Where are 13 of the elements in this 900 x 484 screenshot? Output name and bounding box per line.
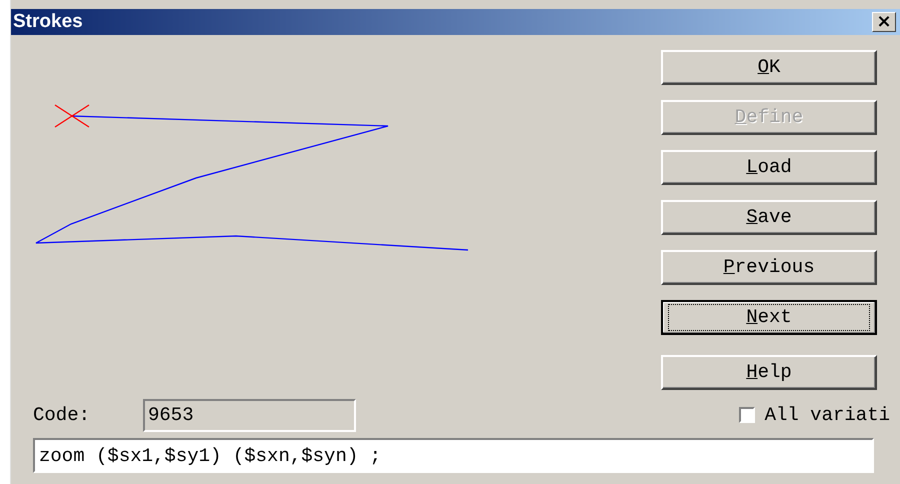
window-title: Strokes — [13, 10, 83, 34]
dialog-button[interactable]: Save — [661, 200, 877, 235]
dialog-button[interactable]: Previous — [661, 250, 877, 285]
checkbox[interactable] — [738, 407, 755, 423]
code-label: Code: — [33, 402, 92, 428]
checkbox-label: All variati — [764, 402, 890, 428]
dialog-button[interactable]: Next — [661, 300, 877, 335]
code-field[interactable]: 9653 — [143, 398, 356, 432]
close-button[interactable]: × — [872, 12, 896, 32]
command-field[interactable]: zoom ($sx1,$sy1) ($sxn,$syn) ; — [33, 438, 874, 473]
dialog-button[interactable]: Load — [661, 150, 877, 185]
dialog-button[interactable]: OK — [661, 50, 877, 85]
dialog-button[interactable]: Help — [661, 355, 877, 390]
